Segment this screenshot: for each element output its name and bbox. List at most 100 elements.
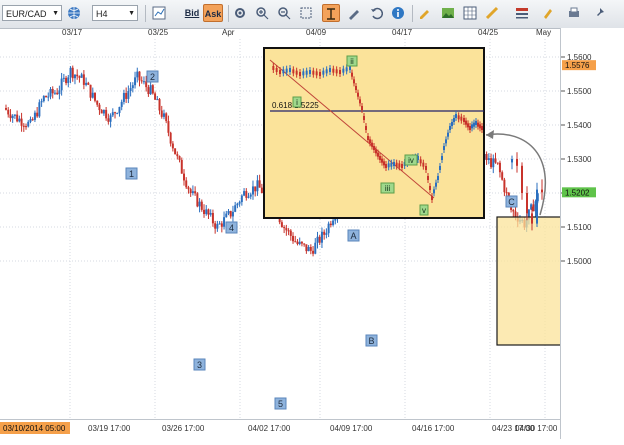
inset-candle-body [367, 136, 369, 140]
wave-label: 4 [229, 223, 234, 233]
zoom-in-icon[interactable] [254, 4, 270, 22]
candle-body [541, 189, 543, 193]
crosshair-icon[interactable] [322, 4, 340, 22]
print-icon[interactable] [566, 4, 582, 22]
settings-icon[interactable] [232, 4, 248, 22]
candle-body [316, 236, 319, 243]
candle-body [165, 113, 168, 122]
inset-candle-body [345, 67, 348, 72]
candle-body [62, 77, 65, 79]
candle-body [229, 211, 232, 217]
inset-candle-body [377, 152, 379, 157]
candle-body [29, 119, 32, 122]
ruler-icon[interactable] [484, 4, 500, 22]
zoom-box-icon[interactable] [298, 4, 314, 22]
candle-body [285, 228, 288, 231]
time-tick-label: 03/26 17:00 [162, 424, 205, 433]
candle-body [160, 110, 163, 117]
candle-body [98, 104, 101, 111]
candle-body [258, 180, 261, 188]
grid-icon[interactable] [462, 4, 478, 22]
candle-body [514, 211, 517, 218]
inset-candle-body [363, 116, 365, 120]
arrow-head [486, 130, 494, 139]
inset-wave-label: ii [350, 57, 354, 66]
inset-candle-body [325, 69, 328, 74]
candle-body [247, 196, 250, 198]
info-icon[interactable] [390, 4, 406, 22]
candle-body [147, 87, 150, 95]
candle-body [294, 241, 297, 243]
inset-candle-body [433, 189, 435, 194]
candle-body [49, 88, 52, 97]
inset-candle-body [467, 123, 469, 128]
inset-candle-body [473, 122, 475, 127]
wave-label: B [368, 336, 374, 346]
candle-body [116, 112, 119, 114]
pencil-icon[interactable] [416, 4, 432, 22]
candle-body [187, 187, 190, 190]
chart-type-icon[interactable] [150, 4, 168, 22]
inset-candle-body [357, 92, 359, 97]
time-tick-label: 04/02 17:00 [248, 424, 291, 433]
inset-candle-body [289, 68, 291, 72]
candle-body [109, 115, 112, 122]
candle-body [487, 158, 490, 161]
candle-body [485, 153, 488, 161]
inset-candle-body [319, 72, 321, 76]
image-icon[interactable] [440, 4, 456, 22]
inset-candle-body [309, 70, 311, 74]
highlight-icon[interactable] [540, 4, 556, 22]
layout-icon[interactable] [514, 4, 530, 22]
candle-body [494, 158, 497, 163]
inset-candle-body [373, 146, 375, 150]
candle-body [71, 67, 74, 79]
draw-tool-icon[interactable] [346, 4, 362, 22]
candle-body [198, 201, 201, 207]
candle-body [238, 202, 241, 204]
candle-body [503, 179, 506, 193]
inset-candle-body [449, 126, 451, 130]
globe-icon[interactable] [66, 4, 82, 22]
ask-button[interactable]: Ask [203, 4, 223, 22]
candle-body [114, 112, 117, 114]
undo-icon[interactable] [368, 4, 384, 22]
candle-body [203, 209, 206, 215]
candle-body [154, 93, 157, 100]
candle-body [69, 67, 72, 78]
candle-body [151, 85, 154, 94]
inset-candle-body [429, 186, 431, 190]
date-scale: 03/17 03/25 Apr 04/09 04/17 04/25 May [0, 28, 560, 39]
inset-candle-body [369, 139, 371, 144]
chevron-down-icon: ▼ [52, 10, 59, 17]
candle-body [254, 186, 257, 192]
candle-body [178, 156, 181, 160]
pin-icon[interactable] [592, 4, 608, 22]
candle-body [56, 92, 59, 95]
symbol-select[interactable]: EUR/CAD ▼ [2, 5, 62, 21]
timeframe-label: H4 [96, 9, 108, 19]
time-tick-label: 04/30 17:00 [515, 424, 558, 433]
candle-body [231, 211, 234, 217]
candle-body [171, 143, 174, 149]
candle-body [209, 213, 212, 215]
candle-body [102, 109, 105, 114]
inset-candle-body [463, 118, 465, 122]
zoom-out-icon[interactable] [276, 4, 292, 22]
price-tick-label: 1.5300 [567, 155, 592, 164]
inset-candle-body [285, 68, 288, 73]
candle-body [134, 77, 137, 86]
candle-body [156, 99, 159, 101]
timeframe-select[interactable]: H4 ▼ [92, 5, 138, 21]
candle-body [307, 246, 310, 252]
inset-candle-body [425, 166, 427, 170]
inset-candle-body [419, 159, 422, 164]
candle-body [240, 195, 243, 203]
price-chart[interactable]: 12345ABC0.618 1.5225iiiiiiivv [0, 39, 560, 419]
candle-body [318, 236, 321, 243]
wave-label: 2 [150, 72, 155, 82]
bid-button[interactable]: Bid [182, 4, 202, 22]
inset-candle-body [335, 69, 338, 74]
inset-candle-body [387, 163, 390, 168]
inset-candle-body [371, 142, 373, 147]
